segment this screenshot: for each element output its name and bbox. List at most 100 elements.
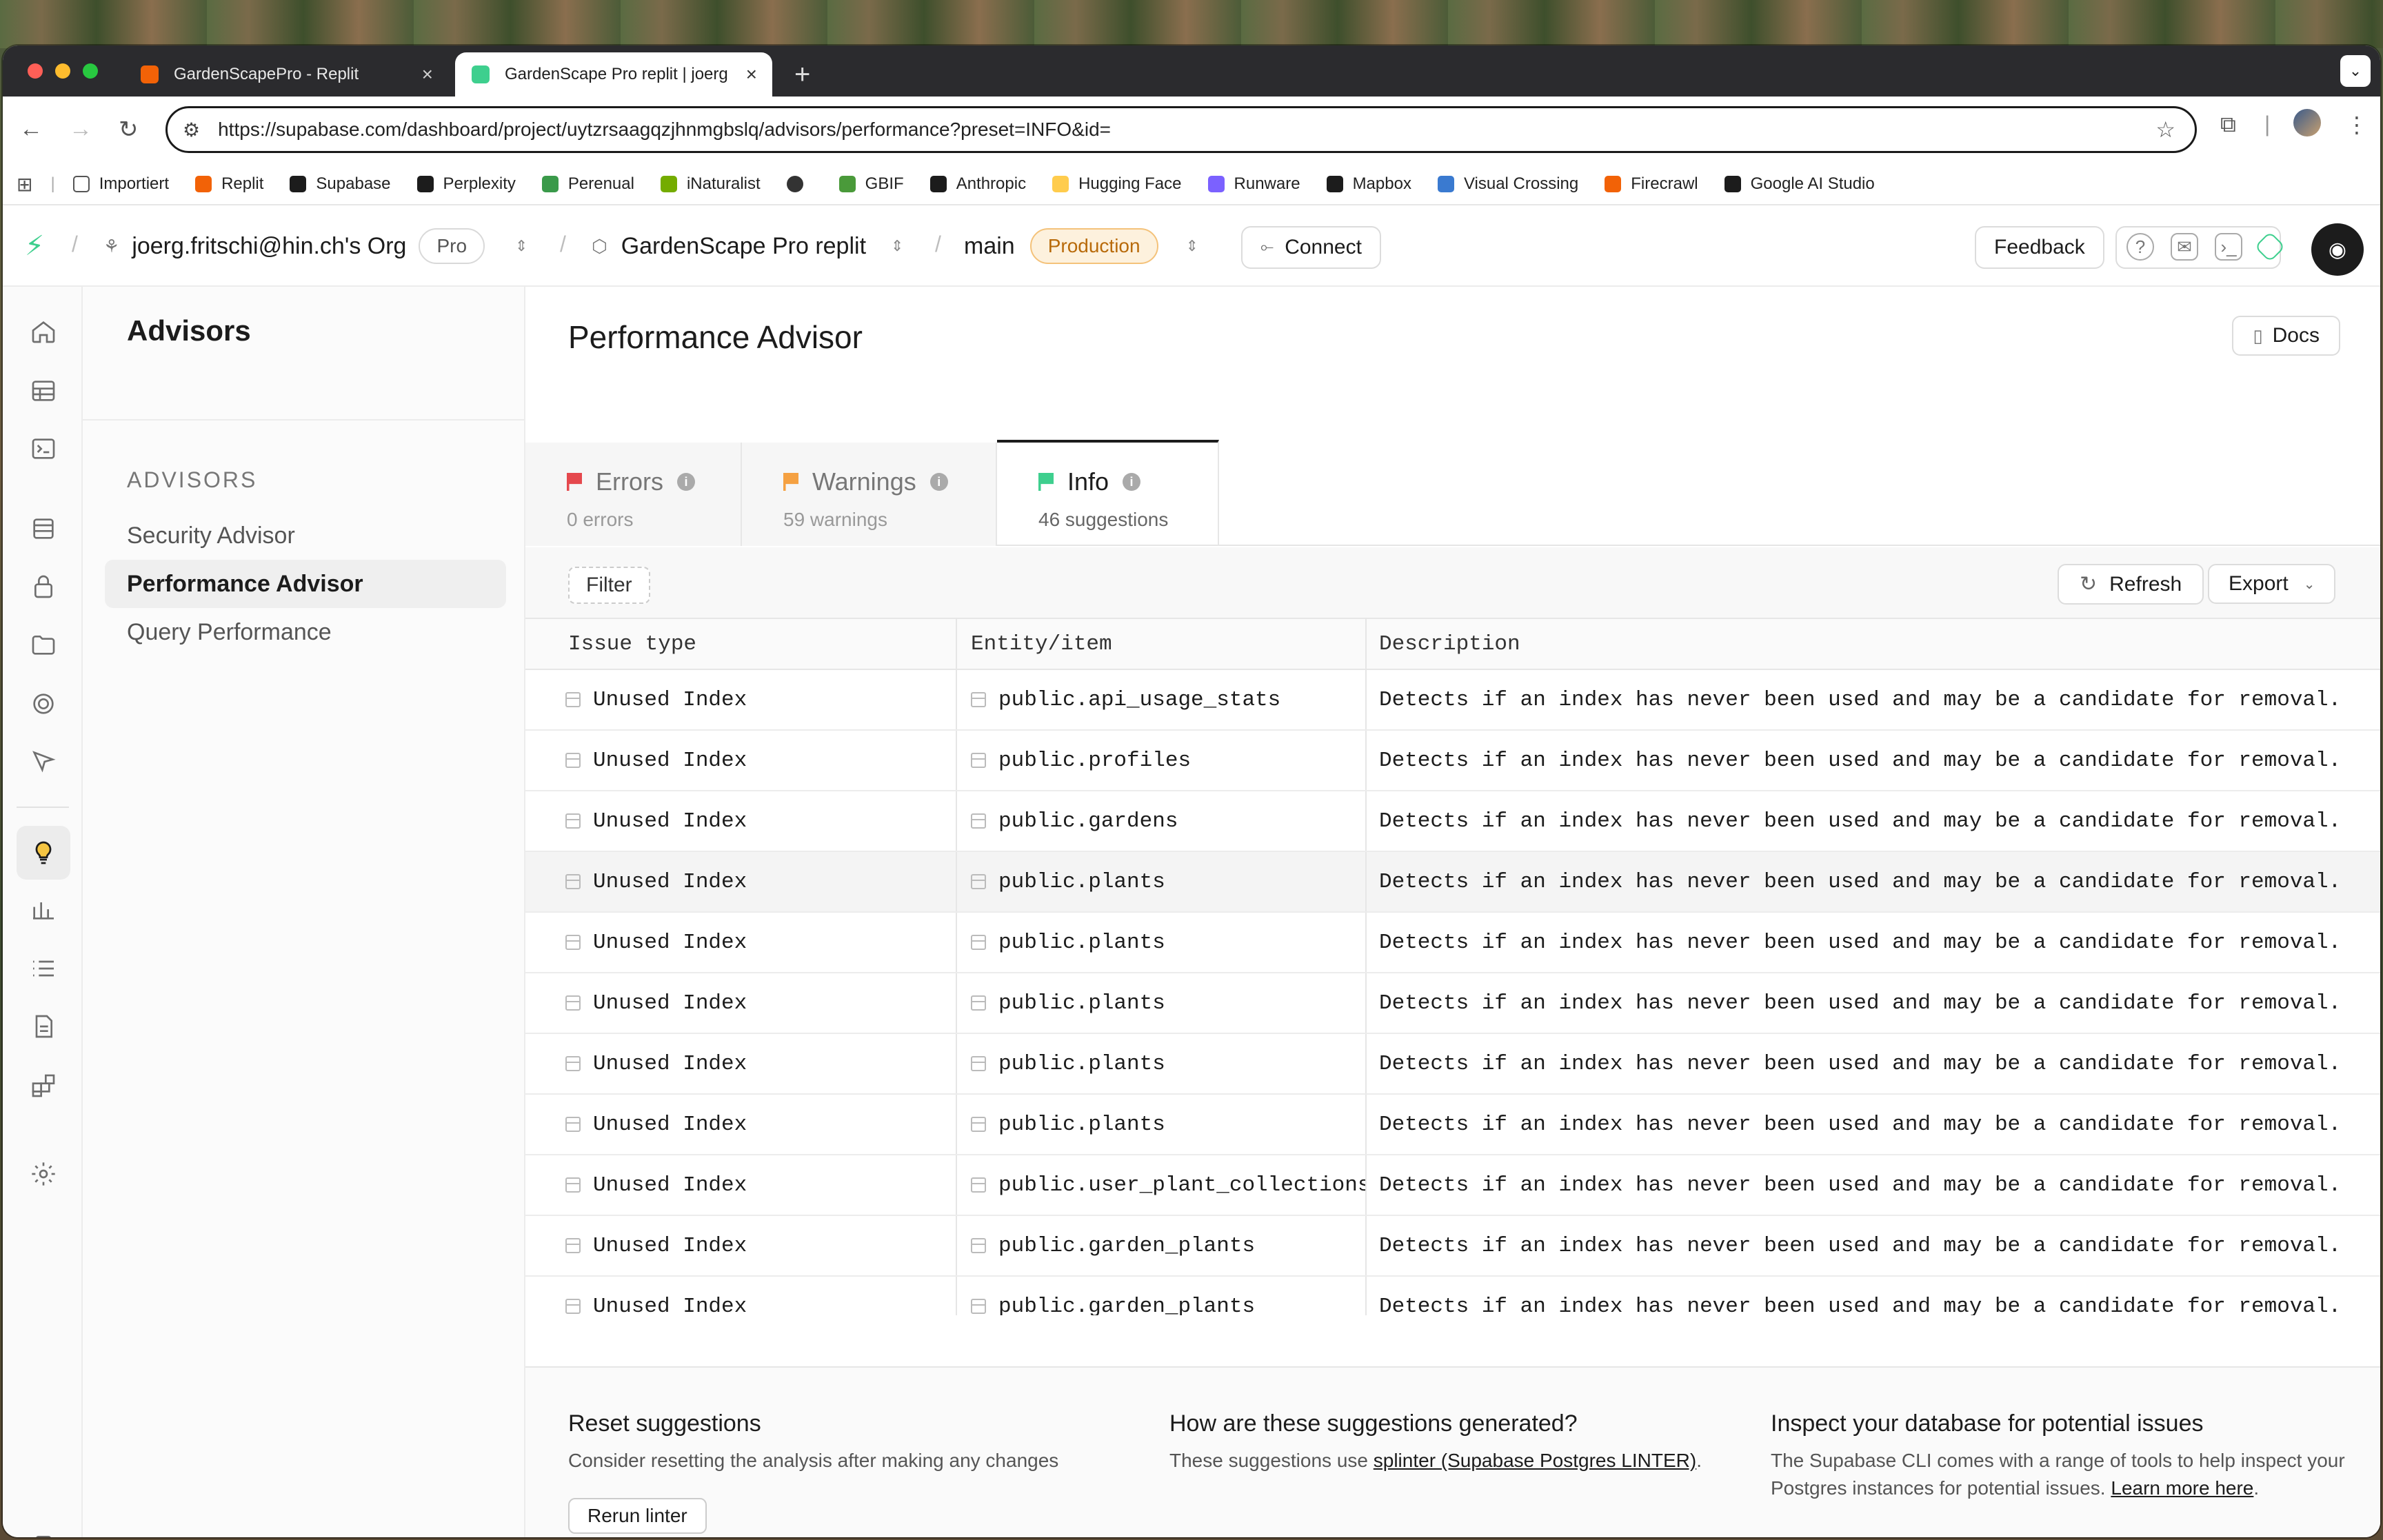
- table-editor-icon[interactable]: [28, 375, 59, 407]
- bookmark-item[interactable]: Google AI Studio: [1724, 174, 1875, 194]
- entity-cell-text: public.user_plant_collections: [998, 1173, 1367, 1197]
- rerun-linter-button[interactable]: Rerun linter: [568, 1498, 707, 1534]
- logs-list-icon[interactable]: [28, 953, 59, 984]
- address-bar[interactable]: ⚙ https://supabase.com/dashboard/project…: [165, 106, 2197, 153]
- bookmark-item[interactable]: [786, 176, 813, 192]
- branch-selector[interactable]: main Production ⇕: [964, 205, 1198, 287]
- docs-button[interactable]: ▯ Docs: [2232, 316, 2340, 356]
- splinter-link[interactable]: splinter (Supabase Postgres LINTER): [1374, 1450, 1696, 1471]
- bookmark-favicon-icon: [1207, 176, 1225, 192]
- bookmark-item[interactable]: GBIF: [838, 174, 904, 194]
- terminal-icon[interactable]: ›_: [2215, 233, 2242, 261]
- advisors-lightbulb-icon[interactable]: [17, 826, 70, 880]
- maximize-window-button[interactable]: [83, 63, 98, 79]
- learn-more-link[interactable]: Learn more here: [2111, 1477, 2253, 1499]
- table-row[interactable]: Unused Index public.plants Detects if an i…: [525, 1095, 2380, 1155]
- table-row[interactable]: Unused Index public.plants Detects if an i…: [525, 1034, 2380, 1095]
- auth-lock-icon[interactable]: [28, 571, 59, 602]
- forward-arrow-icon[interactable]: →: [69, 116, 92, 143]
- profile-avatar[interactable]: [2293, 109, 2321, 136]
- table-row[interactable]: Unused Index public.plants Detects if an i…: [525, 852, 2380, 913]
- table-row[interactable]: Unused Index public.garden_plants Detects …: [525, 1216, 2380, 1277]
- chevron-updown-icon[interactable]: ⇕: [891, 237, 903, 255]
- bookmark-item[interactable]: Perenual: [541, 174, 634, 194]
- close-tab-icon[interactable]: ×: [422, 63, 433, 85]
- table-row[interactable]: Unused Index public.garden_plants Detects …: [525, 1277, 2380, 1315]
- bookmark-item[interactable]: Runware: [1207, 174, 1300, 194]
- bookmark-item[interactable]: Visual Crossing: [1437, 174, 1578, 194]
- close-tab-icon[interactable]: ×: [746, 63, 757, 85]
- description-cell: Detects if an index has never been used …: [1367, 791, 2380, 851]
- table-cell-icon: [565, 935, 581, 950]
- collapse-sidebar-icon[interactable]: [33, 1533, 54, 1537]
- user-avatar[interactable]: ◉: [2311, 223, 2364, 276]
- description-cell: Detects if an index has never been used …: [1367, 852, 2380, 911]
- info-icon[interactable]: i: [929, 473, 948, 491]
- export-button[interactable]: Export ⌄: [2208, 564, 2336, 604]
- org-selector[interactable]: ⚘ joerg.fritschi@hin.ch's Org Pro ⇕: [103, 205, 527, 287]
- inbox-icon[interactable]: ✉: [2171, 233, 2198, 261]
- apps-grid-icon[interactable]: ⊞: [17, 173, 32, 196]
- column-header-issue-type[interactable]: Issue type: [525, 619, 957, 669]
- tab-search-chevron-icon[interactable]: ⌄: [2340, 55, 2371, 87]
- sidenav-item-query-performance[interactable]: Query Performance: [105, 608, 506, 656]
- sidenav-item-security-advisor[interactable]: Security Advisor: [105, 511, 506, 560]
- tab-errors[interactable]: Errors i 0 errors: [525, 443, 742, 546]
- bookmark-item[interactable]: Anthropic: [929, 174, 1026, 194]
- tab-info[interactable]: Info i 46 suggestions: [997, 440, 1219, 545]
- edge-functions-icon[interactable]: [28, 688, 59, 720]
- entity-cell: public.plants: [957, 1095, 1367, 1154]
- reload-icon[interactable]: ↻: [119, 116, 139, 143]
- column-header-description[interactable]: Description: [1367, 619, 2380, 669]
- bookmark-item[interactable]: Supabase: [290, 174, 391, 194]
- home-icon[interactable]: [28, 316, 59, 347]
- bookmark-item[interactable]: Hugging Face: [1052, 174, 1182, 194]
- project-selector[interactable]: ⬡ GardenScape Pro replit ⇕: [592, 205, 903, 287]
- site-settings-icon[interactable]: ⚙: [183, 119, 200, 141]
- connect-button[interactable]: ⟜ Connect: [1241, 226, 1381, 269]
- how-text-pre: These suggestions use: [1169, 1450, 1368, 1471]
- bookmark-item[interactable]: Mapbox: [1326, 174, 1411, 194]
- new-tab-icon[interactable]: +: [794, 59, 810, 90]
- feedback-button[interactable]: Feedback: [1975, 226, 2104, 269]
- info-icon[interactable]: i: [677, 473, 695, 491]
- storage-folder-icon[interactable]: [28, 629, 59, 660]
- table-row[interactable]: Unused Index public.api_usage_stats Detect…: [525, 670, 2380, 731]
- more-menu-icon[interactable]: ⋮: [2346, 112, 2368, 138]
- supabase-logo-icon[interactable]: ⚡: [25, 230, 44, 262]
- sidenav-item-performance-advisor[interactable]: Performance Advisor: [105, 560, 506, 608]
- help-icon[interactable]: ?: [2126, 233, 2154, 261]
- browser-tab-supabase[interactable]: GardenScape Pro replit | joerg ×: [455, 52, 772, 97]
- back-arrow-icon[interactable]: ←: [19, 116, 43, 143]
- sql-editor-icon[interactable]: [28, 433, 59, 465]
- minimize-window-button[interactable]: [55, 63, 70, 79]
- bookmark-label: Mapbox: [1352, 174, 1411, 193]
- table-row[interactable]: Unused Index public.plants Detects if an i…: [525, 913, 2380, 973]
- table-row[interactable]: Unused Index public.profiles Detects if an…: [525, 731, 2380, 791]
- bookmark-item[interactable]: Importiert: [72, 174, 169, 194]
- settings-gear-icon[interactable]: [28, 1158, 59, 1190]
- bookmark-item[interactable]: Firecrawl: [1605, 174, 1698, 194]
- tab-warnings[interactable]: Warnings i 59 warnings: [742, 443, 997, 546]
- bookmark-item[interactable]: Replit: [195, 174, 263, 194]
- column-header-entity[interactable]: Entity/item: [957, 619, 1367, 669]
- chevron-updown-icon[interactable]: ⇕: [515, 237, 527, 255]
- bookmark-item[interactable]: Perplexity: [416, 174, 516, 194]
- close-window-button[interactable]: [28, 63, 43, 79]
- table-row[interactable]: Unused Index public.user_plant_collection…: [525, 1155, 2380, 1216]
- reports-chart-icon[interactable]: [28, 893, 59, 925]
- integrations-icon[interactable]: [28, 1070, 59, 1102]
- info-icon[interactable]: i: [1123, 473, 1141, 491]
- table-row[interactable]: Unused Index public.gardens Detects if an …: [525, 791, 2380, 852]
- realtime-cursor-icon[interactable]: [28, 746, 59, 778]
- browser-tab-replit[interactable]: GardenScapePro - Replit ×: [124, 52, 448, 97]
- bookmark-item[interactable]: iNaturalist: [660, 174, 761, 194]
- table-row[interactable]: Unused Index public.plants Detects if an i…: [525, 973, 2380, 1034]
- bookmark-star-icon[interactable]: ☆: [2155, 116, 2175, 143]
- database-icon[interactable]: [28, 513, 59, 545]
- chevron-updown-icon[interactable]: ⇕: [1186, 237, 1198, 255]
- extensions-icon[interactable]: ⧉: [2220, 112, 2236, 138]
- filter-button[interactable]: Filter: [568, 567, 650, 604]
- refresh-button[interactable]: ↻ Refresh: [2058, 564, 2204, 605]
- api-docs-icon[interactable]: [28, 1011, 59, 1042]
